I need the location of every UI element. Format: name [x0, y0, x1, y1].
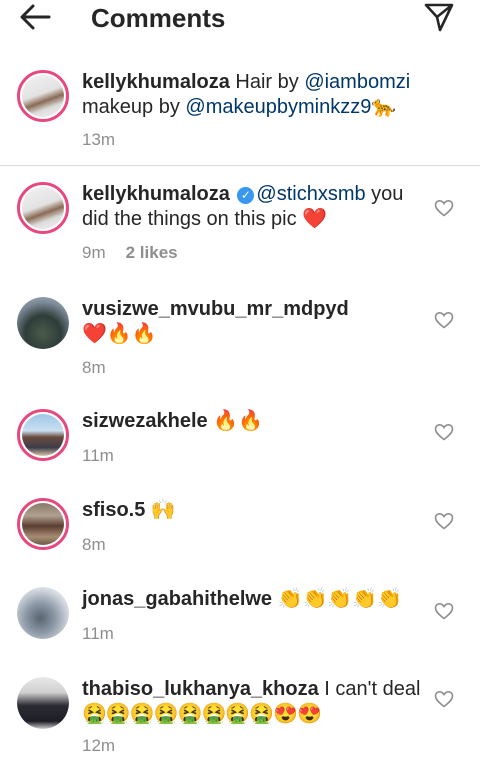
comment-time: 9m	[82, 243, 106, 262]
like-heart-icon[interactable]	[434, 311, 454, 329]
emoji: 🔥🔥	[213, 410, 263, 432]
like-heart-icon[interactable]	[434, 690, 454, 708]
comment-body: I can't deal	[318, 678, 421, 700]
comment-time: 13m	[82, 130, 116, 149]
divider	[0, 165, 480, 166]
emoji: 🙌	[150, 499, 176, 521]
emoji: ❤️🔥🔥	[82, 323, 157, 345]
username[interactable]: sfiso.5	[82, 499, 145, 521]
likes-count[interactable]: 2 likes	[126, 243, 178, 262]
caption-text: kellykhumaloza Hair by @iambomzi makeup …	[82, 70, 422, 120]
comment-text: sfiso.5 🙌	[82, 498, 422, 523]
avatar[interactable]	[17, 409, 69, 461]
like-heart-icon[interactable]	[434, 512, 454, 530]
comment-text: sizwezakhele 🔥🔥	[82, 409, 422, 434]
verified-badge-icon: ✓	[237, 187, 255, 204]
mention-link[interactable]: @iambomzi	[304, 71, 410, 93]
avatar[interactable]	[17, 297, 69, 349]
username[interactable]: jonas_gabahithelwe	[82, 588, 272, 610]
mention-link[interactable]: @makeupbyminkzz9	[185, 96, 371, 118]
comment-text: vusizwe_mvubu_mr_mdpyd ❤️🔥🔥	[82, 297, 422, 347]
avatar[interactable]	[17, 182, 69, 234]
avatar[interactable]	[17, 677, 69, 729]
like-heart-icon[interactable]	[434, 199, 454, 217]
emoji: 🤮🤮🤮🤮🤮🤮🤮🤮😍😍	[82, 703, 322, 725]
mention-link[interactable]: @stichxsmb	[256, 183, 365, 205]
comment-text: kellykhumaloza ✓ @stichxsmb you did the t…	[82, 182, 422, 232]
page-title: Comments	[91, 3, 226, 33]
avatar[interactable]	[17, 498, 69, 550]
comment-text: jonas_gabahithelwe 👏👏👏👏👏	[82, 587, 422, 612]
comment-time: 8m	[82, 535, 106, 554]
comment-time: 8m	[82, 358, 106, 377]
comment-time: 11m	[82, 446, 114, 465]
back-arrow-icon[interactable]	[18, 2, 52, 32]
comment-time: 11m	[82, 624, 114, 643]
avatar[interactable]	[17, 587, 69, 639]
avatar[interactable]	[17, 70, 69, 122]
like-heart-icon[interactable]	[434, 423, 454, 441]
username[interactable]: thabiso_lukhanya_khoza	[82, 678, 319, 700]
send-direct-icon[interactable]	[423, 2, 455, 32]
like-heart-icon[interactable]	[434, 602, 454, 620]
username[interactable]: kellykhumaloza	[82, 71, 230, 93]
emoji: ❤️	[302, 208, 328, 230]
comment-time: 12m	[82, 736, 116, 755]
emoji: 🐆	[371, 96, 397, 118]
comment-meta: 9m 2 likes	[82, 243, 178, 263]
header-bar: Comments	[0, 0, 480, 36]
comment-text: thabiso_lukhanya_khoza I can't deal 🤮🤮🤮🤮…	[82, 677, 422, 727]
caption-text-part: Hair by	[229, 71, 305, 93]
username[interactable]: sizwezakhele	[82, 410, 208, 432]
username[interactable]: vusizwe_mvubu_mr_mdpyd	[82, 298, 349, 320]
username[interactable]: kellykhumaloza	[82, 183, 230, 205]
emoji: 👏👏👏👏👏	[277, 588, 403, 610]
caption-text-part: makeup by	[82, 96, 186, 118]
